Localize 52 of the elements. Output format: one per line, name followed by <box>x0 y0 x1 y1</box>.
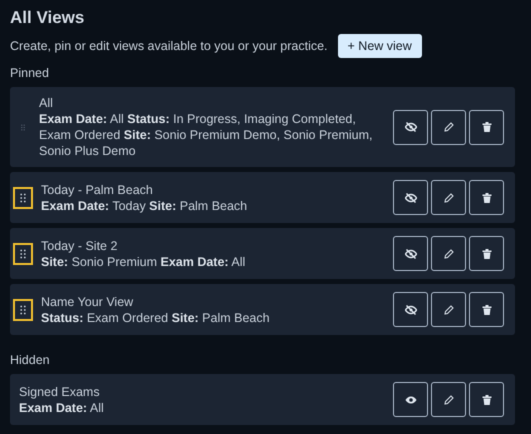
new-view-button[interactable]: + New view <box>338 34 422 58</box>
delete-button[interactable] <box>469 180 504 215</box>
edit-button[interactable] <box>431 180 466 215</box>
pencil-icon <box>442 248 454 260</box>
section-label: Pinned <box>10 66 50 80</box>
delete-button[interactable] <box>469 110 504 144</box>
pencil-icon <box>442 121 454 133</box>
grip-icon <box>20 248 26 258</box>
view-name: All <box>39 95 54 111</box>
trash-icon <box>480 121 492 133</box>
trash-icon <box>480 248 492 260</box>
section-label: Hidden <box>10 353 51 367</box>
eye-slash-icon <box>404 121 416 133</box>
view-filters: Site: Sonio Premium Exam Date: All <box>41 254 246 270</box>
pencil-icon <box>442 192 454 204</box>
view-name: Today - Palm Beach <box>41 182 154 198</box>
trash-icon <box>480 192 492 204</box>
hide-button[interactable] <box>393 180 428 215</box>
grip-icon <box>20 304 26 314</box>
eye-slash-icon <box>404 248 416 260</box>
view-filters: Exam Date: All <box>19 400 105 416</box>
drag-handle[interactable] <box>13 186 33 208</box>
edit-button[interactable] <box>431 382 466 417</box>
delete-button[interactable] <box>469 292 504 327</box>
edit-button[interactable] <box>431 110 466 144</box>
delete-button[interactable] <box>469 382 504 417</box>
view-name: Today - Site 2 <box>41 238 118 254</box>
edit-button[interactable] <box>431 292 466 327</box>
show-button[interactable] <box>393 382 428 417</box>
delete-button[interactable] <box>469 236 504 271</box>
eye-slash-icon <box>404 192 416 204</box>
hide-button[interactable] <box>393 292 428 327</box>
grip-icon <box>20 192 26 202</box>
pencil-icon <box>442 304 454 316</box>
drag-handle[interactable] <box>13 298 33 320</box>
hide-button[interactable] <box>393 110 428 144</box>
view-filters: Status: Exam Ordered Site: Palm Beach <box>41 310 271 326</box>
eye-icon <box>404 394 416 406</box>
trash-icon <box>480 304 492 316</box>
grip-icon <box>21 124 25 130</box>
trash-icon <box>480 394 492 406</box>
view-filters: Exam Date: All Status: In Progress, Imaging Completed, Exam Ordered Site: Sonio Premium Demo, Sonio Premium, Sonio Plus Demo <box>39 111 373 159</box>
drag-handle[interactable] <box>13 242 33 264</box>
view-name: Name Your View <box>41 294 134 310</box>
view-filters: Exam Date: Today Site: Palm Beach <box>41 198 248 214</box>
edit-button[interactable] <box>431 236 466 271</box>
pencil-icon <box>442 394 454 406</box>
hide-button[interactable] <box>393 236 428 271</box>
view-name: Signed Exams <box>19 384 101 400</box>
page-description: Create, pin or edit views available to you or your practice. <box>10 39 328 53</box>
page-title: All Views <box>10 7 86 29</box>
eye-slash-icon <box>404 304 416 316</box>
